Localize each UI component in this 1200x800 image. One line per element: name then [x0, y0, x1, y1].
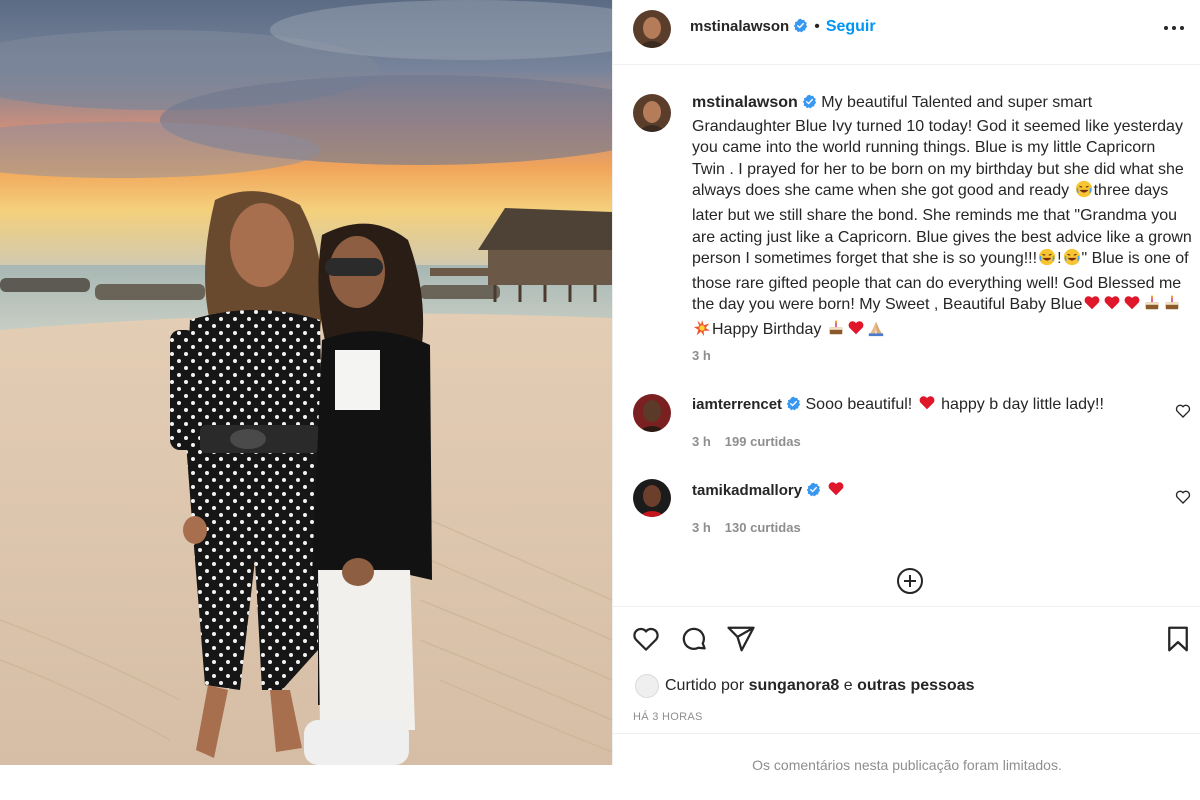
cake-emoji-icon — [1143, 294, 1161, 319]
divider — [613, 733, 1200, 734]
separator-dot: • — [814, 18, 820, 35]
post-header: mstinalawson • Seguir — [613, 0, 1200, 65]
red-heart-emoji-icon — [847, 319, 865, 344]
red-heart-emoji-icon — [1083, 294, 1101, 319]
comment-meta: 3 h 130 curtidas — [692, 520, 815, 535]
cake-emoji-icon — [827, 319, 845, 344]
comments-limited-notice: Os comentários nesta publicação foram li… — [752, 757, 1062, 773]
post-image — [0, 0, 612, 765]
liked-by-others[interactable]: outras pessoas — [857, 677, 974, 694]
post-photo[interactable] — [0, 0, 612, 765]
header-name-row: mstinalawson • Seguir — [690, 17, 876, 39]
heart-icon[interactable] — [631, 624, 661, 654]
caption-text: ! — [1057, 250, 1062, 268]
comment-avatar[interactable] — [633, 394, 671, 432]
comment-likes[interactable]: 199 curtidas — [725, 434, 801, 449]
verified-badge-icon — [802, 94, 817, 116]
comment-item: tamikadmallory — [692, 480, 1162, 505]
red-heart-emoji-icon — [827, 480, 845, 505]
add-comment-icon[interactable] — [896, 567, 924, 595]
comment-likes[interactable]: 130 curtidas — [725, 520, 801, 535]
caption-username[interactable]: mstinalawson — [692, 94, 798, 111]
liked-by-avatar[interactable] — [635, 674, 659, 698]
follow-button[interactable]: Seguir — [826, 18, 876, 35]
laughing-emoji-icon — [1075, 180, 1093, 205]
verified-badge-icon — [806, 482, 821, 504]
comment-avatar[interactable] — [633, 479, 671, 517]
comment-username[interactable]: tamikadmallory — [692, 482, 802, 499]
liked-by-user[interactable]: sunganora8 — [749, 677, 840, 694]
post-detail-panel: mstinalawson • Seguir mstinalawson My beau… — [612, 0, 1200, 773]
bookmark-icon[interactable] — [1163, 624, 1193, 654]
comment-like-heart-icon[interactable] — [1175, 403, 1191, 419]
laughing-emoji-icon — [1038, 248, 1056, 273]
liked-by-prefix: Curtido por — [665, 677, 745, 695]
caption-meta: 3 h — [692, 348, 725, 363]
verified-badge-icon — [786, 396, 801, 418]
more-options-icon[interactable] — [1161, 16, 1187, 40]
liked-by-conj: e — [843, 677, 853, 695]
comment-username[interactable]: iamterrencet — [692, 396, 782, 413]
share-icon[interactable] — [726, 624, 756, 654]
comment-text: happy b day little lady!! — [941, 396, 1104, 413]
comment-item: iamterrencet Sooo beautiful! happy b day… — [692, 394, 1162, 419]
author-avatar[interactable] — [633, 10, 671, 48]
folded-hands-emoji-icon — [867, 319, 885, 344]
verified-badge-icon — [793, 18, 808, 39]
collision-emoji-icon — [693, 319, 711, 344]
comment-time: 3 h — [692, 520, 711, 535]
comment-meta: 3 h 199 curtidas — [692, 434, 815, 449]
caption-text: Happy Birthday — [712, 320, 822, 338]
post-caption: mstinalawson My beautiful Talented and s… — [692, 92, 1192, 344]
red-heart-emoji-icon — [1123, 294, 1141, 319]
cake-emoji-icon — [1163, 294, 1181, 319]
caption-time: 3 h — [692, 348, 711, 363]
comment-text: Sooo beautiful! — [805, 396, 913, 413]
action-bar — [613, 606, 1200, 652]
caption-author-avatar[interactable] — [633, 94, 671, 132]
comment-icon[interactable] — [679, 624, 709, 654]
comment-time: 3 h — [692, 434, 711, 449]
liked-by-row: Curtido por sunganora8 e outras pessoas — [635, 674, 975, 698]
red-heart-emoji-icon — [918, 394, 936, 419]
author-username[interactable]: mstinalawson — [690, 18, 789, 35]
post-timestamp: HÁ 3 HORAS — [633, 711, 703, 723]
comment-like-heart-icon[interactable] — [1175, 489, 1191, 505]
red-heart-emoji-icon — [1103, 294, 1121, 319]
laughing-emoji-icon — [1063, 248, 1081, 273]
